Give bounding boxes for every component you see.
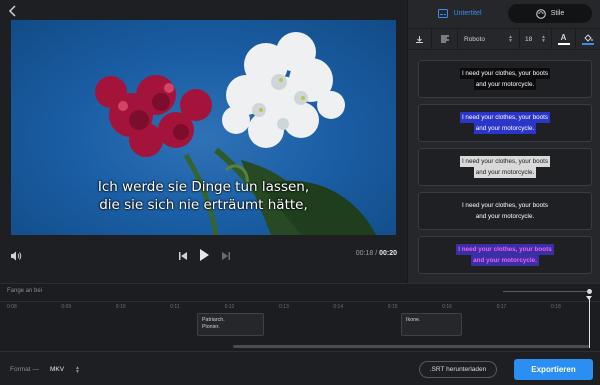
style-preset-preview: I need your clothes, your boots and your … [459, 156, 551, 178]
ruler-tick-label: 0:14 [333, 304, 344, 310]
tab-subtitle[interactable]: Untertitel [416, 4, 504, 23]
fill-icon [583, 33, 593, 42]
back-icon[interactable] [6, 4, 20, 18]
text-color-letter: A [560, 33, 567, 42]
play-icon[interactable] [198, 248, 210, 262]
palette-icon [535, 8, 546, 19]
zoom-slider-track[interactable] [503, 291, 589, 292]
style-preset-card[interactable]: I need your clothes, your boots and your … [418, 148, 592, 186]
ruler-tick-label: 0:09 [61, 304, 72, 310]
download-icon[interactable] [408, 28, 432, 50]
ruler-tick-label: 0:16 [442, 304, 452, 310]
style-preset-card[interactable]: I need your clothes, your boots and your … [418, 236, 592, 274]
style-preset-card[interactable]: I need your clothes, your boots and your … [418, 104, 592, 142]
font-name: Roboto [464, 35, 485, 43]
ruler-tick-label: 0:11 [170, 304, 180, 310]
style-preview-line-1: I need your clothes, your boots [459, 112, 551, 123]
export-button[interactable]: Exportieren [514, 359, 593, 380]
ruler-tick-label: 0:10 [115, 304, 126, 310]
skip-back-icon[interactable] [177, 249, 189, 261]
tab-subtitle-label: Untertitel [453, 10, 482, 17]
format-value: MKV [50, 366, 65, 373]
text-color-button[interactable]: A [552, 28, 576, 50]
cue-line-2: Pionier. [202, 323, 220, 330]
tab-styles-label: Stile [550, 10, 565, 17]
style-preset-card[interactable]: I need your clothes, your boots and your … [418, 192, 592, 230]
time-ruler[interactable]: 0:08 0:09 0:10 0:11 0:12 0:13 0:14 0:15 0:16 0:17… [0, 301, 600, 311]
style-preset-preview: I need your clothes, your boots and your … [459, 112, 551, 134]
subtitle-cue[interactable]: Patriarch. Pionier. [197, 313, 264, 336]
subtitle-line-2: die sie sich nie erträumt hätte, [99, 197, 308, 213]
style-preset-preview: I need your clothes, your boots and your … [460, 200, 550, 222]
current-time: 00:18 [355, 250, 374, 257]
video-editor-app: Ich werde sie Dinge tun lassen, die sie … [0, 0, 600, 385]
style-preview-line-2: and your motorcycle. [471, 255, 539, 266]
text-color-swatch [557, 43, 570, 45]
ruler-tick-label: 0:12 [224, 304, 235, 310]
style-preview-line-2: and your motorcycle. [473, 167, 537, 178]
zoom-slider-handle[interactable] [587, 289, 592, 294]
total-time: 00:20 [379, 250, 397, 257]
background-color-button[interactable] [576, 28, 600, 50]
style-preview-line-1: I need your clothes, your boots [459, 68, 551, 79]
style-preset-list: I need your clothes, your boots and your … [418, 60, 592, 280]
font-size-value: 18 [525, 35, 533, 43]
footer-bar: Format — MKV ▲ ▼ .SRT herunterladen Expor… [0, 351, 600, 385]
video-preview[interactable]: Ich werde sie Dinge tun lassen, die sie … [11, 20, 396, 235]
style-preview-line-1: I need your clothes, your boots [459, 156, 551, 167]
subtitle-line-1: Ich werde sie Dinge tun lassen, [97, 179, 310, 195]
timeline-scrollbar[interactable] [233, 345, 589, 348]
subtitle-cue[interactable]: Ikone. [401, 313, 462, 336]
style-toolbar: Roboto ▲ ▼ 18 ▲ ▼ A [408, 28, 600, 50]
cue-line-1: Ikone. [406, 317, 421, 323]
font-select[interactable]: Roboto ▲ ▼ [458, 28, 520, 50]
style-preview-line-2: and your motorcycle. [473, 123, 537, 134]
font-size-stepper[interactable]: 18 ▲ ▼ [520, 28, 552, 50]
timeline-label: Fange an bei [7, 288, 43, 294]
style-preview-line-1: I need your clothes, your boots [461, 202, 549, 209]
skip-forward-icon[interactable] [220, 249, 232, 261]
subtitle-style-panel: Untertitel Stile Roboto ▲ ▼ 18 ▲ ▼ A I n… [407, 0, 600, 283]
ruler-tick-label: 0:13 [279, 304, 289, 310]
ruler-tick-label: 0:17 [496, 304, 507, 310]
format-chevron-icon: ▲ ▼ [75, 364, 80, 375]
tab-styles[interactable]: Stile [508, 4, 592, 23]
style-preset-card[interactable]: I need your clothes, your boots and your … [418, 60, 592, 98]
font-size-chevron-icon: ▲ ▼ [541, 34, 546, 44]
volume-icon[interactable] [10, 249, 22, 261]
ruler-tick-label: 0:18 [551, 304, 561, 310]
player-area: Ich werde sie Dinge tun lassen, die sie … [0, 0, 407, 283]
playhead[interactable] [589, 298, 590, 348]
ruler-tick-label: 0:15 [387, 304, 398, 310]
time-separator: / [375, 250, 378, 257]
download-srt-button[interactable]: .SRT herunterladen [419, 361, 497, 378]
style-preview-line-1: I need your clothes, your boots [456, 244, 554, 255]
format-select[interactable]: MKV ▲ ▼ [50, 364, 80, 375]
ruler-tick-label: 0:08 [7, 304, 17, 310]
style-preset-preview: I need your clothes, your boots and your … [456, 244, 554, 266]
panel-tabs: Untertitel Stile [408, 0, 600, 27]
timeline: Fange an bei 0:08 0:09 0:10 0:11 0:12 0:13 0:1… [0, 283, 600, 351]
playback-controls: 00:18 / 00:20 [0, 243, 407, 267]
subtitle-icon [438, 9, 449, 18]
align-icon[interactable] [432, 28, 458, 50]
background-color-swatch [582, 42, 594, 45]
style-preview-line-2: and your motorcycle. [475, 213, 535, 220]
time-display: 00:18 / 00:20 [356, 250, 397, 257]
font-select-chevron-icon: ▲ ▼ [508, 34, 513, 44]
format-label: Format — [10, 366, 39, 373]
style-preset-preview: I need your clothes, your boots and your … [459, 68, 551, 90]
style-preview-line-2: and your motorcycle. [473, 79, 537, 90]
subtitle-overlay: Ich werde sie Dinge tun lassen, die sie … [11, 178, 396, 214]
